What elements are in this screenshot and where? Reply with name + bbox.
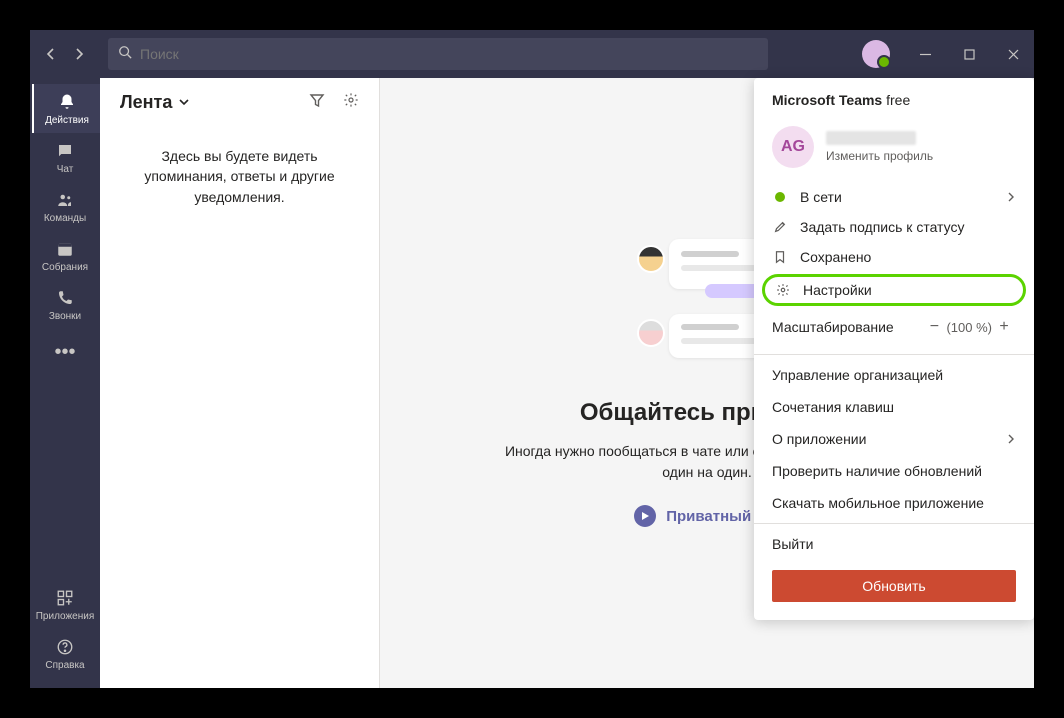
saved-label: Сохранено — [800, 249, 871, 265]
check-updates-row[interactable]: Проверить наличие обновлений — [754, 455, 1034, 487]
bell-icon — [57, 92, 77, 112]
play-icon — [634, 505, 656, 527]
sidebar-item-label: Звонки — [49, 311, 81, 322]
zoom-in-button[interactable]: + — [992, 318, 1016, 336]
help-icon — [55, 637, 75, 657]
settings-label: Настройки — [803, 282, 872, 298]
sign-out-row[interactable]: Выйти — [754, 528, 1034, 560]
edit-icon — [772, 219, 788, 235]
download-mobile-row[interactable]: Скачать мобильное приложение — [754, 487, 1034, 519]
sidebar-item-activity[interactable]: Действия — [32, 84, 100, 133]
status-available-icon — [775, 192, 785, 202]
window-minimize-button[interactable] — [918, 47, 932, 61]
shortcuts-row[interactable]: Сочетания клавиш — [754, 391, 1034, 423]
calendar-icon — [55, 239, 75, 259]
sidebar-item-help[interactable]: Справка — [30, 629, 100, 678]
sidebar-item-calls[interactable]: Звонки — [30, 280, 100, 329]
zoom-value: (100 %) — [946, 320, 992, 335]
profile-menu-title: Microsoft Teams free — [754, 90, 1034, 118]
sidebar-item-label: Команды — [44, 213, 86, 224]
about-row[interactable]: О приложении — [754, 423, 1034, 455]
zoom-row: Масштабирование − (100 %) + — [754, 308, 1034, 350]
sidebar-item-teams[interactable]: Команды — [30, 182, 100, 231]
sidebar-item-label: Справка — [45, 660, 84, 671]
edit-profile-link[interactable]: Изменить профиль — [826, 149, 933, 163]
zoom-label: Масштабирование — [772, 319, 894, 335]
avatar: AG — [772, 126, 814, 168]
filter-icon[interactable] — [309, 92, 325, 113]
sidebar-item-calendar[interactable]: Собрания — [30, 231, 100, 280]
feed-panel: Лента Здесь вы будете видеть упоминания,… — [100, 78, 380, 688]
saved-row[interactable]: Сохранено — [754, 242, 1034, 272]
sidebar-item-label: Собрания — [42, 262, 88, 273]
sidebar-item-apps[interactable]: Приложения — [30, 580, 100, 629]
zoom-out-button[interactable]: − — [922, 318, 946, 336]
manage-org-row[interactable]: Управление организацией — [754, 359, 1034, 391]
app-sidebar: Действия Чат Команды Собрания Звонки ••• — [30, 78, 100, 688]
feed-title[interactable]: Лента — [120, 92, 172, 113]
nav-forward-button[interactable] — [72, 47, 86, 61]
profile-avatar-button[interactable] — [862, 40, 890, 68]
window-maximize-button[interactable] — [962, 47, 976, 61]
gear-icon[interactable] — [343, 92, 359, 113]
search-input[interactable] — [140, 46, 758, 62]
user-name-redacted — [826, 131, 916, 145]
status-row[interactable]: В сети — [754, 182, 1034, 212]
set-status-message-row[interactable]: Задать подпись к статусу — [754, 212, 1034, 242]
chat-icon — [55, 141, 75, 161]
titlebar — [30, 30, 1034, 78]
chevron-down-icon[interactable] — [178, 92, 190, 113]
chevron-right-icon — [1006, 189, 1016, 205]
sidebar-item-chat[interactable]: Чат — [30, 133, 100, 182]
sidebar-more-button[interactable]: ••• — [54, 329, 75, 376]
search-icon — [118, 45, 132, 64]
nav-back-button[interactable] — [44, 47, 58, 61]
status-label: В сети — [800, 189, 842, 205]
update-button[interactable]: Обновить — [772, 570, 1016, 602]
search-bar[interactable] — [108, 38, 768, 70]
apps-icon — [55, 588, 75, 608]
teams-icon — [55, 190, 75, 210]
settings-row[interactable]: Настройки — [762, 274, 1026, 306]
feed-empty-text: Здесь вы будете видеть упоминания, ответ… — [100, 126, 379, 227]
gear-icon — [775, 282, 791, 298]
profile-menu: Microsoft Teams free AG Изменить профиль… — [754, 78, 1034, 620]
window-close-button[interactable] — [1006, 47, 1020, 61]
set-status-label: Задать подпись к статусу — [800, 219, 964, 235]
sidebar-item-label: Приложения — [36, 611, 95, 622]
sidebar-item-label: Чат — [57, 164, 74, 175]
chevron-right-icon — [1006, 431, 1016, 447]
phone-icon — [55, 288, 75, 308]
bookmark-icon — [772, 249, 788, 265]
sidebar-item-label: Действия — [45, 115, 89, 126]
